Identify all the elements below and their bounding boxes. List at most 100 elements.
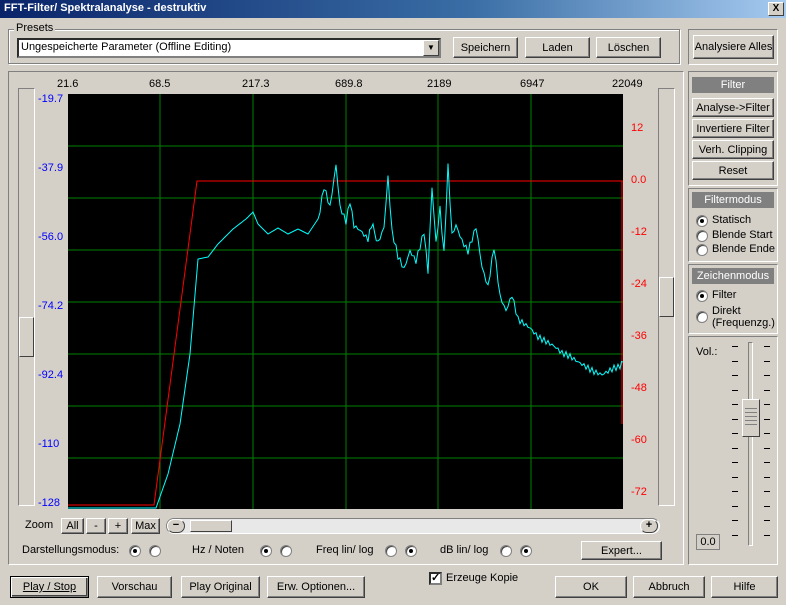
drawmode-filter[interactable]: Filter	[696, 289, 736, 302]
draw-filter-radio[interactable]	[696, 290, 708, 302]
analysis-to-filter-button[interactable]: Analyse->Filter	[692, 98, 774, 117]
window-title: FFT-Filter/ Spektralanalyse - destruktiv	[4, 2, 207, 14]
draw-filter-label: Filter	[712, 289, 737, 301]
right-tick-label: -60	[631, 434, 647, 446]
create-copy-label: Erzeuge Kopie	[446, 572, 519, 584]
zoom-in-button[interactable]: +	[108, 518, 128, 534]
x-tick-label: 6947	[520, 78, 545, 90]
expert-button[interactable]: Expert...	[581, 541, 662, 560]
title-bar[interactable]: FFT-Filter/ Spektralanalyse - destruktiv…	[0, 0, 786, 18]
presets-group-label: Presets	[14, 22, 56, 34]
volume-tick	[732, 462, 738, 463]
preset-dropdown[interactable]: Ungespeicherte Parameter (Offline Editin…	[17, 38, 441, 58]
notes-radio[interactable]	[279, 545, 292, 557]
preset-dropdown-value: Ungespeicherte Parameter (Offline Editin…	[21, 41, 232, 53]
left-tick-label: -110	[38, 438, 60, 450]
freq-scale-label: Freq lin/ log	[316, 544, 374, 556]
static-label: Statisch	[712, 214, 752, 226]
create-copy-row[interactable]: ✓ Erzeuge Kopie	[429, 572, 518, 585]
fade-start-radio[interactable]	[696, 230, 708, 242]
right-tick-label: -72	[631, 486, 647, 498]
right-scroll-thumb[interactable]	[659, 277, 674, 317]
prevent-clipping-button[interactable]: Verh. Clipping	[692, 140, 774, 159]
static-radio[interactable]	[696, 215, 708, 227]
db-scale-row: dB lin/ log	[440, 544, 533, 557]
volume-tick	[764, 404, 770, 405]
fade-end-radio[interactable]	[696, 244, 708, 256]
close-button[interactable]: X	[768, 2, 784, 16]
x-tick-label: 22049	[612, 78, 643, 90]
reset-filter-button[interactable]: Reset	[692, 161, 774, 180]
hz-notes-row: Hz / Noten	[192, 544, 292, 557]
zoom-max-button[interactable]: Max	[131, 518, 160, 534]
fade-start-label: Blende Start	[712, 229, 773, 241]
horizontal-scroll-right-button[interactable]: +	[640, 519, 658, 533]
delete-preset-button[interactable]: Löschen	[596, 37, 661, 58]
cancel-button[interactable]: Abbruch	[633, 576, 705, 598]
fade-end-label: Blende Ende	[712, 243, 775, 255]
chevron-down-icon[interactable]: ▼	[423, 40, 439, 56]
ok-button[interactable]: OK	[555, 576, 627, 598]
spectrum-plot[interactable]	[68, 94, 623, 509]
play-original-button[interactable]: Play Original	[181, 576, 260, 598]
analyze-all-button[interactable]: Analysiere Alles	[693, 35, 774, 59]
filtermode-fade-start[interactable]: Blende Start	[696, 229, 773, 242]
volume-tick	[732, 418, 738, 420]
right-tick-label: -48	[631, 382, 647, 394]
play-stop-button[interactable]: Play / Stop	[10, 576, 89, 598]
volume-tick	[764, 476, 770, 478]
filtermode-fade-end[interactable]: Blende Ende	[696, 243, 775, 256]
invert-filter-button[interactable]: Invertiere Filter	[692, 119, 774, 138]
filtermode-static[interactable]: Statisch	[696, 214, 751, 227]
x-tick-label: 68.5	[149, 78, 171, 90]
volume-slider-thumb[interactable]	[742, 399, 760, 437]
zoom-all-button[interactable]: All	[61, 518, 84, 534]
left-tick-label: -92.4	[38, 369, 64, 381]
x-tick-label: 21.6	[57, 78, 79, 90]
volume-tick	[732, 375, 738, 376]
x-tick-label: 689.8	[335, 78, 363, 90]
x-tick-label: 217.3	[242, 78, 270, 90]
right-tick-label: -36	[631, 330, 647, 342]
hz-radio[interactable]	[259, 545, 272, 557]
db-log-radio[interactable]	[520, 545, 533, 557]
display-mode-radio-1[interactable]	[129, 545, 142, 557]
volume-slider-track[interactable]	[748, 342, 753, 546]
horizontal-scroll-thumb[interactable]	[190, 520, 232, 532]
left-tick-label: -19.7	[38, 93, 64, 105]
left-tick-label: -74.2	[38, 300, 64, 312]
volume-label: Vol.:	[696, 346, 718, 358]
horizontal-scrollbar[interactable]	[166, 518, 660, 534]
zoom-out-button[interactable]: -	[86, 518, 106, 534]
save-preset-button[interactable]: Speichern	[453, 37, 518, 58]
draw-direct-sublabel: (Frequenzg.)	[712, 317, 775, 329]
volume-tick	[764, 534, 770, 536]
freq-scale-row: Freq lin/ log	[316, 544, 418, 557]
draw-direct-text: Direkt (Frequenzg.)	[712, 305, 775, 329]
freq-log-radio[interactable]	[405, 545, 418, 557]
db-lin-radio[interactable]	[500, 545, 513, 557]
draw-direct-radio[interactable]	[696, 311, 708, 323]
display-mode-radio-2[interactable]	[149, 545, 162, 557]
drawmode-direct[interactable]: Direkt (Frequenzg.)	[696, 305, 775, 329]
preview-button[interactable]: Vorschau	[97, 576, 172, 598]
volume-tick	[732, 389, 738, 391]
volume-tick	[732, 433, 738, 434]
volume-tick	[732, 404, 738, 405]
volume-tick	[764, 447, 770, 449]
load-preset-button[interactable]: Laden	[525, 37, 590, 58]
help-button[interactable]: Hilfe	[711, 576, 778, 598]
create-copy-checkbox[interactable]: ✓	[429, 572, 442, 585]
volume-tick	[764, 375, 770, 376]
drawmode-header: Zeichenmodus	[692, 268, 774, 284]
display-mode-label: Darstellungsmodus:	[22, 544, 120, 556]
left-vertical-scrollbar[interactable]	[18, 88, 35, 506]
horizontal-scroll-left-button[interactable]: −	[167, 519, 185, 533]
left-scroll-thumb[interactable]	[19, 317, 34, 357]
right-tick-label: 12	[631, 122, 644, 134]
volume-tick	[732, 476, 738, 478]
display-mode-row: Darstellungsmodus:	[22, 544, 162, 557]
volume-tick	[764, 346, 770, 347]
extended-options-button[interactable]: Erw. Optionen...	[267, 576, 365, 598]
freq-lin-radio[interactable]	[385, 545, 398, 557]
